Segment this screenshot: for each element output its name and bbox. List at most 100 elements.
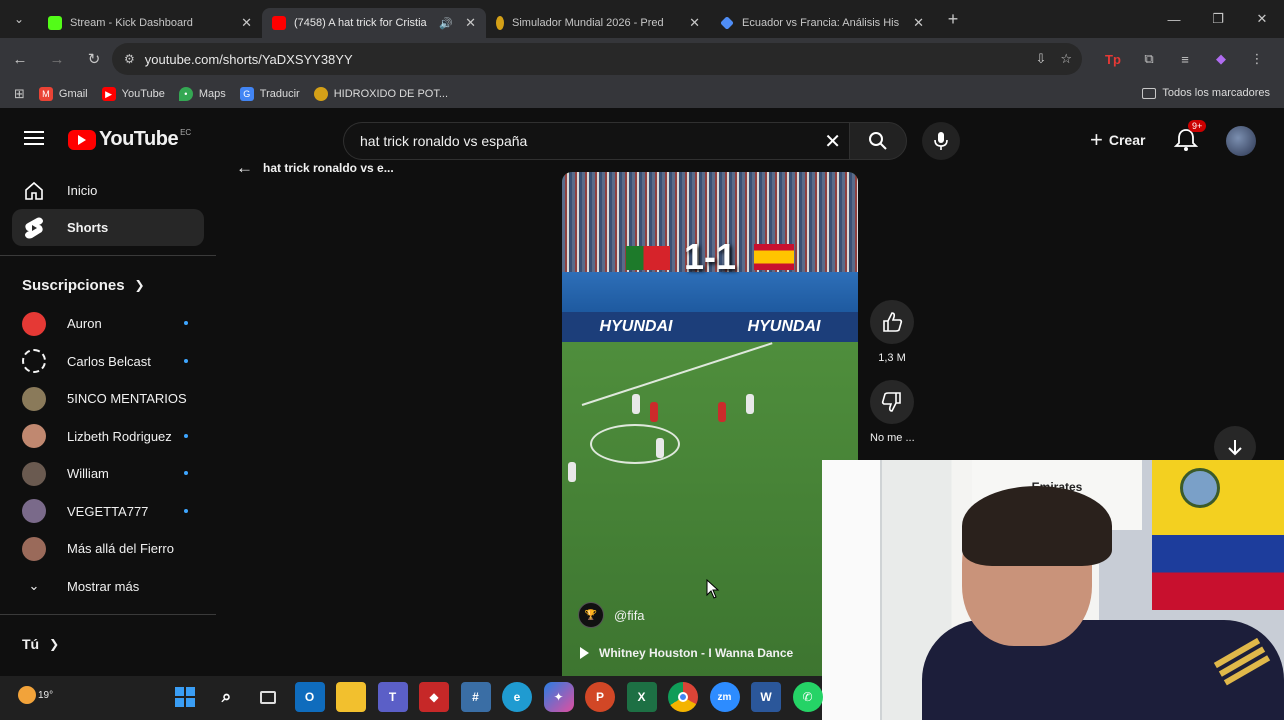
subscription-carlos-belcast[interactable]: Carlos Belcast [12, 343, 204, 381]
voice-search-button[interactable] [922, 122, 960, 160]
profile-icon[interactable]: ◆ [1208, 43, 1234, 75]
short-music[interactable]: Whitney Houston - I Wanna Dance [580, 646, 793, 660]
home-icon [22, 179, 46, 203]
shorts-icon [22, 216, 46, 240]
search-back-link[interactable]: ← hat trick ronaldo vs e... [236, 158, 394, 178]
youtube-icon: ▶ [101, 87, 116, 101]
channel-avatar [22, 424, 46, 449]
tab-youtube-short[interactable]: (7458) A hat trick for Cristia 🔊 ✕ [262, 8, 486, 38]
calculator-icon[interactable]: # [460, 682, 491, 712]
tab-search-chevron-icon[interactable]: ⌄ [0, 0, 38, 38]
search-icon[interactable]: ⌕ [212, 682, 242, 712]
you-title: Tú [22, 636, 40, 652]
bookmark-star-icon[interactable]: ☆ [1060, 51, 1072, 67]
media-controls-icon[interactable]: ≡ [1172, 43, 1198, 75]
minimize-icon[interactable]: — [1152, 0, 1196, 38]
edge-icon[interactable]: e [502, 682, 532, 712]
channel-avatar [22, 349, 46, 374]
bookmark-gmail[interactable]: M Gmail [38, 87, 88, 101]
translate-icon: G [239, 87, 254, 101]
short-channel[interactable]: 🏆 @fifa [578, 602, 645, 628]
task-view-icon[interactable] [253, 682, 283, 712]
clear-search-icon[interactable]: ✕ [824, 129, 841, 154]
new-tab-icon[interactable]: + [938, 9, 968, 30]
hamburger-menu-icon[interactable] [24, 131, 44, 147]
bookmark-hidroxido[interactable]: HIDROXIDO DE POT... [313, 87, 449, 101]
kick-favicon-icon [48, 16, 62, 30]
channel-handle[interactable]: @fifa [614, 608, 645, 623]
search-button[interactable] [849, 122, 907, 160]
subscription-auron[interactable]: Auron [12, 305, 204, 343]
all-bookmarks[interactable]: Todos los marcadores [1142, 87, 1270, 99]
youtube-logo[interactable]: YouTube EC [68, 128, 191, 151]
channel-avatar [22, 311, 46, 336]
sidebar-item-home[interactable]: Inicio [12, 172, 204, 209]
excel-icon[interactable]: X [626, 682, 657, 712]
forward-icon[interactable]: → [40, 42, 74, 76]
chrome-icon[interactable] [668, 682, 698, 712]
bookmark-traducir[interactable]: G Traducir [239, 87, 300, 101]
channel-avatar [22, 461, 46, 486]
powerpoint-icon[interactable]: P [585, 682, 615, 712]
tab-close-icon[interactable]: ✕ [689, 15, 700, 31]
omnibox[interactable]: ⚙ youtube.com/shorts/YaDXSYY38YY ⇩ ☆ [112, 43, 1082, 75]
site-info-icon[interactable]: ⚙ [124, 52, 135, 66]
ecuador-emblem [1180, 468, 1220, 508]
extensions-puzzle-icon[interactable]: ⧉ [1136, 43, 1162, 75]
create-button[interactable]: + Crear [1078, 122, 1157, 158]
microphone-icon [934, 132, 948, 150]
short-video-player[interactable]: HYUNDAI HYUNDAI 1-1 🏆 @fifa Whitney Hous… [562, 172, 858, 676]
tab-ecuador-francia[interactable]: Ecuador vs Francia: Análisis His ✕ [710, 8, 934, 38]
channel-name: Lizbeth Rodriguez [67, 428, 172, 444]
word-icon[interactable]: W [751, 682, 781, 712]
reload-icon[interactable]: ↻ [77, 42, 111, 76]
subscription-5inco-mentarios[interactable]: 5INCO MENTARIOS [12, 380, 204, 418]
apps-grid-icon[interactable]: ⊞ [14, 86, 25, 102]
whatsapp-icon[interactable]: ✆ [792, 682, 823, 712]
subscriptions-heading[interactable]: Suscripciones ❯ [0, 265, 216, 305]
dislike-button[interactable] [870, 380, 914, 424]
speaker-icon[interactable]: 🔊 [439, 17, 453, 30]
outlook-icon[interactable]: O [294, 682, 325, 712]
tab-close-icon[interactable]: ✕ [465, 15, 476, 31]
music-title: Whitney Houston - I Wanna Dance [599, 646, 794, 660]
url-text[interactable]: youtube.com/shorts/YaDXSYY38YY [145, 52, 353, 67]
subscription-william[interactable]: William [12, 455, 204, 493]
you-heading[interactable]: Tú ❯ [0, 624, 216, 664]
bookmark-youtube[interactable]: ▶ YouTube [101, 87, 165, 101]
restore-icon[interactable]: ❐ [1196, 0, 1240, 38]
tab-close-icon[interactable]: ✕ [913, 15, 924, 31]
tab-simulador-mundial[interactable]: Simulador Mundial 2026 - Pred ✕ [486, 8, 710, 38]
close-window-icon[interactable]: ✕ [1240, 0, 1284, 38]
subscription-lizbeth-rodriguez[interactable]: Lizbeth Rodriguez [12, 418, 204, 456]
sidebar-item-shorts[interactable]: Shorts [12, 209, 204, 246]
subscription-mas-alla-del-fierro[interactable]: Más allá del Fierro [12, 530, 204, 568]
bookmark-label: HIDROXIDO DE POT... [333, 88, 449, 100]
bookmark-maps[interactable]: • Maps [178, 87, 226, 101]
search-input[interactable]: hat trick ronaldo vs españa ✕ [343, 122, 849, 160]
weather-widget[interactable]: 19° [18, 686, 53, 704]
back-icon[interactable]: ← [3, 42, 37, 76]
player-figure [656, 438, 664, 458]
install-app-icon[interactable]: ⇩ [1035, 51, 1046, 67]
channel-avatar [22, 386, 46, 411]
zoom-icon[interactable]: zm [709, 682, 740, 712]
bookmarks-bar: ⊞ M Gmail ▶ YouTube • Maps G Traducir HIDROX… [0, 80, 1284, 108]
extension-red-icon[interactable]: Tp [1100, 43, 1126, 75]
browser-tab-bar: ⌄ Stream - Kick Dashboard ✕ (7458) A hat… [0, 0, 1284, 38]
show-more-button[interactable]: ⌄ Mostrar más [12, 568, 204, 606]
search-back-label: hat trick ronaldo vs e... [263, 161, 394, 175]
account-avatar[interactable] [1226, 126, 1256, 156]
copilot-icon[interactable]: ✦ [543, 682, 574, 712]
taskbar-apps: ⌕ O T ◆ # e ✦ P X zm W ✆ [170, 682, 823, 712]
tab-close-icon[interactable]: ✕ [241, 15, 252, 31]
search-value[interactable]: hat trick ronaldo vs españa [360, 133, 527, 149]
teams-icon[interactable]: T [377, 682, 408, 712]
file-explorer-icon[interactable] [336, 682, 366, 712]
tab-kick-dashboard[interactable]: Stream - Kick Dashboard ✕ [38, 8, 262, 38]
red-app-icon[interactable]: ◆ [419, 682, 449, 712]
windows-start-icon[interactable] [170, 682, 200, 712]
subscription-vegetta777[interactable]: VEGETTA777 [12, 493, 204, 531]
browser-menu-icon[interactable]: ⋮ [1244, 43, 1270, 75]
like-button[interactable] [870, 300, 914, 344]
